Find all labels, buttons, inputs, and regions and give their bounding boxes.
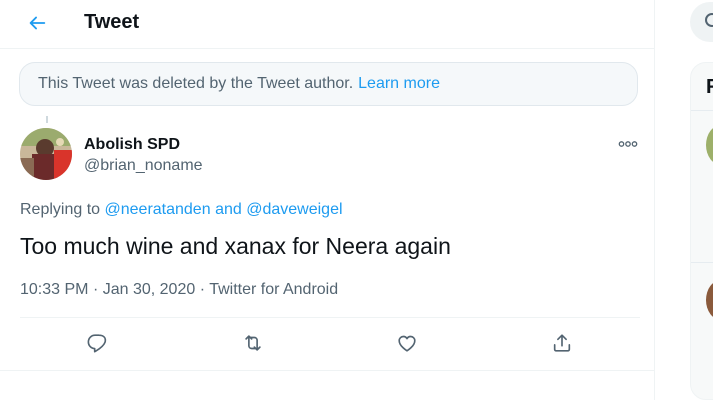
thread-connector-line	[46, 116, 48, 123]
deleted-tweet-notice: This Tweet was deleted by the Tweet auth…	[19, 62, 638, 106]
retweet-icon	[245, 335, 261, 351]
reply-icon	[87, 334, 107, 353]
avatar[interactable]	[20, 128, 72, 180]
main-column: Tweet This Tweet was deleted by the Twee…	[0, 0, 655, 400]
meta-separator: ·	[199, 281, 206, 298]
trends-panel	[690, 62, 713, 400]
tweet-time[interactable]: 10:33 PM	[20, 281, 88, 298]
divider	[20, 317, 640, 318]
display-name[interactable]: Abolish SPD	[84, 135, 180, 155]
back-button[interactable]	[20, 6, 54, 40]
header: Tweet	[0, 0, 655, 49]
retweet-button[interactable]	[240, 330, 266, 356]
share-button[interactable]	[549, 330, 575, 356]
divider	[691, 262, 713, 263]
tweet-text: Too much wine and xanax for Neera again	[20, 233, 451, 259]
learn-more-link[interactable]: Learn more	[358, 75, 440, 93]
avatar-image	[20, 128, 72, 180]
more-dots-icon	[618, 141, 638, 147]
mention-link[interactable]: @neeratanden	[105, 201, 211, 218]
divider	[0, 370, 655, 371]
twitter-page: Tweet This Tweet was deleted by the Twee…	[0, 0, 713, 400]
deleted-notice-text: This Tweet was deleted by the Tweet auth…	[38, 75, 354, 92]
replying-to: Replying to @neeratanden and @daveweigel	[20, 200, 343, 220]
replying-to-label: Replying to	[20, 201, 101, 218]
tweet-source[interactable]: Twitter for Android	[209, 281, 338, 298]
divider	[691, 110, 713, 111]
tweet-meta: 10:33 PM · Jan 30, 2020 · Twitter for An…	[20, 280, 338, 300]
search-input[interactable]	[690, 2, 713, 42]
trends-heading: R	[706, 76, 713, 99]
arrow-left-icon	[29, 16, 46, 30]
like-button[interactable]	[394, 330, 420, 356]
tweet-date[interactable]: Jan 30, 2020	[103, 281, 196, 298]
reply-button[interactable]	[84, 330, 110, 356]
more-options-button[interactable]	[615, 134, 641, 154]
user-handle[interactable]: @brian_noname	[84, 156, 203, 176]
mention-link[interactable]: @daveweigel	[246, 201, 342, 218]
heart-icon	[398, 335, 416, 352]
meta-separator: ·	[92, 281, 99, 298]
replying-and[interactable]: and	[215, 201, 242, 218]
share-icon	[553, 334, 571, 352]
page-title: Tweet	[84, 11, 140, 33]
search-icon	[705, 13, 713, 27]
